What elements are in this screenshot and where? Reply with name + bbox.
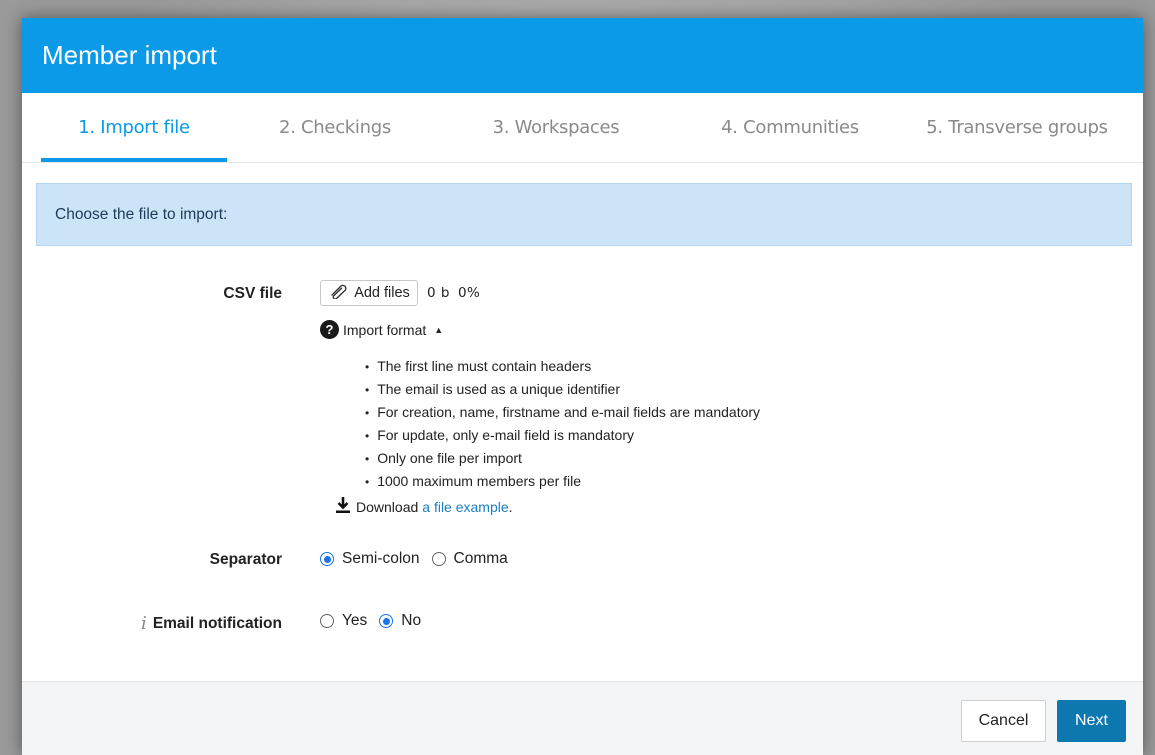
tab-import-file[interactable]: 1. Import file <box>41 93 227 162</box>
radio-no-label[interactable]: No <box>401 612 421 630</box>
paperclip-icon <box>328 283 350 303</box>
radio-no[interactable] <box>379 614 394 628</box>
tab-checkings[interactable]: 2. Checkings <box>240 93 430 162</box>
separator-radio-group: Semi-colon Comma <box>320 550 520 568</box>
radio-yes[interactable] <box>320 614 334 628</box>
upload-status: 0 b 0% <box>427 285 480 301</box>
upload-progress: 0% <box>457 285 481 301</box>
next-button[interactable]: Next <box>1057 700 1126 742</box>
info-icon[interactable]: i <box>141 613 147 634</box>
add-files-label: Add files <box>354 285 410 301</box>
import-format-toggle[interactable]: ? Import format ▲ <box>320 320 443 339</box>
radio-semi-colon-label[interactable]: Semi-colon <box>342 550 420 568</box>
email-notification-label: Email notification <box>152 614 282 632</box>
email-notification-radio-group: Yes No <box>320 612 433 630</box>
tab-workspaces[interactable]: 3. Workspaces <box>458 93 654 162</box>
download-prefix: Download <box>356 498 419 515</box>
member-import-dialog: Member import 1. Import file 2. Checking… <box>22 18 1143 755</box>
list-item: Only one file per import <box>365 447 760 470</box>
list-item: For creation, name, firstname and e-mail… <box>365 401 760 424</box>
radio-comma-label[interactable]: Comma <box>454 550 508 568</box>
dialog-title: Member import <box>42 40 217 70</box>
tab-transverse-groups[interactable]: 5. Transverse groups <box>912 93 1122 162</box>
dialog-header: Member import <box>22 18 1143 93</box>
tab-communities[interactable]: 4. Communities <box>686 93 894 162</box>
download-suffix: . <box>508 498 513 515</box>
list-item: For update, only e-mail field is mandato… <box>365 424 760 447</box>
file-example-link[interactable]: a file example <box>422 499 508 515</box>
email-notification-label-row: i Email notification <box>141 613 282 634</box>
separator-label: Separator <box>209 551 282 568</box>
caret-up-icon: ▲ <box>434 324 444 335</box>
banner-text: Choose the file to import: <box>55 205 228 223</box>
wizard-tabs: 1. Import file 2. Checkings 3. Workspace… <box>22 93 1143 163</box>
csv-file-label: CSV file <box>223 285 282 302</box>
cancel-button[interactable]: Cancel <box>961 700 1046 742</box>
file-size: 0 b <box>427 285 450 301</box>
add-files-button[interactable]: Add files <box>320 280 418 306</box>
list-item: The first line must contain headers <box>365 355 760 378</box>
import-format-rules: The first line must contain headers The … <box>365 355 760 493</box>
list-item: The email is used as a unique identifier <box>365 378 760 401</box>
radio-yes-label[interactable]: Yes <box>342 612 367 630</box>
radio-semi-colon[interactable] <box>320 552 334 566</box>
download-icon <box>334 496 352 517</box>
question-circle-icon: ? <box>320 320 339 339</box>
list-item: 1000 maximum members per file <box>365 470 760 493</box>
instruction-banner: Choose the file to import: <box>36 183 1132 246</box>
download-example: Download a file example. <box>334 496 513 517</box>
import-format-label: Import format <box>343 321 427 338</box>
radio-comma[interactable] <box>431 552 446 566</box>
